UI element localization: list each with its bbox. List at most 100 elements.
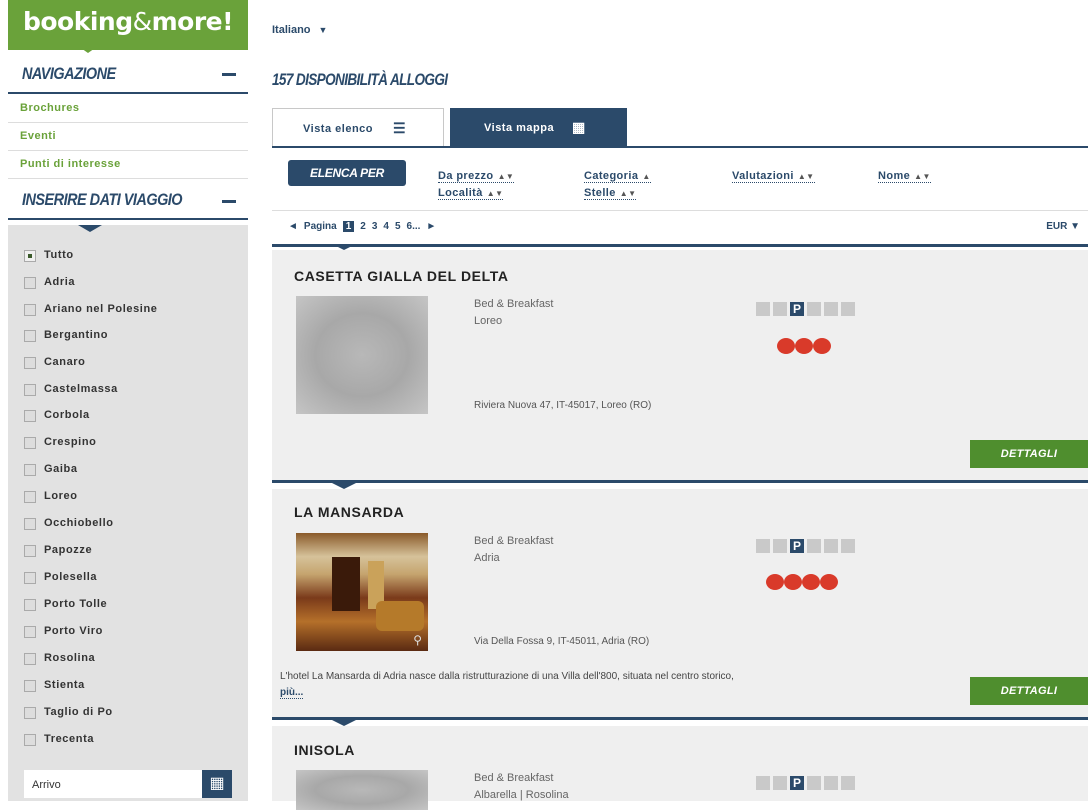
zoom-icon[interactable]: ⚲ bbox=[413, 633, 422, 647]
nav-item-punti-interesse[interactable]: Punti di interesse bbox=[8, 150, 248, 179]
listing-card: LA MANSARDA ⚲ Bed & Breakfast Adria Via … bbox=[272, 489, 1088, 720]
page-link[interactable]: 4 bbox=[383, 221, 389, 232]
currency-selector[interactable]: EUR ▼ bbox=[1046, 221, 1080, 232]
wellness-icon bbox=[824, 539, 838, 553]
wheelchair-icon bbox=[841, 539, 855, 553]
amenity-icons: P bbox=[756, 539, 858, 555]
checkbox[interactable] bbox=[24, 545, 36, 557]
nav-item-brochures[interactable]: Brochures bbox=[8, 94, 248, 123]
filter-label: Stienta bbox=[44, 679, 85, 691]
read-more-link[interactable]: più... bbox=[280, 687, 304, 699]
travel-data-header[interactable]: INSERIRE DATI VIAGGIO bbox=[8, 180, 248, 220]
nav-item-label: Punti di interesse bbox=[20, 158, 121, 170]
sort-by-locality[interactable]: Località ▲▼ bbox=[438, 187, 504, 200]
rating-icon bbox=[795, 338, 813, 354]
rating-icon bbox=[784, 574, 802, 590]
filter-label: Gaiba bbox=[44, 463, 78, 475]
filter-label: Loreo bbox=[44, 490, 78, 502]
nav-item-eventi[interactable]: Eventi bbox=[8, 122, 248, 151]
checkbox[interactable] bbox=[24, 626, 36, 638]
sort-by-ratings[interactable]: Valutazioni ▲▼ bbox=[732, 170, 815, 183]
filter-label: Crespino bbox=[44, 436, 97, 448]
rating-icon bbox=[766, 574, 784, 590]
checkbox[interactable] bbox=[24, 330, 36, 342]
page-link[interactable]: 6... bbox=[407, 221, 421, 232]
page-link[interactable]: 5 bbox=[395, 221, 401, 232]
wellness-icon bbox=[824, 302, 838, 316]
collapse-minus-icon[interactable] bbox=[222, 73, 236, 76]
sort-by-name[interactable]: Nome ▲▼ bbox=[878, 170, 931, 183]
photo-detail bbox=[332, 557, 360, 611]
listing-title[interactable]: LA MANSARDA bbox=[294, 504, 404, 520]
listing-title[interactable]: INISOLA bbox=[294, 742, 355, 758]
navigation-header[interactable]: NAVIGAZIONE bbox=[8, 56, 248, 94]
checkbox[interactable] bbox=[24, 599, 36, 611]
pets-icon bbox=[807, 776, 821, 790]
tv-icon bbox=[756, 776, 770, 790]
pagination-bar: ◄ Pagina 1 2 3 4 5 6... ► EUR ▼ bbox=[272, 208, 1088, 247]
filter-label: Ariano nel Polesine bbox=[44, 303, 158, 315]
listing-title[interactable]: CASETTA GIALLA DEL DELTA bbox=[294, 268, 509, 284]
tab-map-view[interactable]: Vista mappa ▦ bbox=[450, 108, 627, 146]
details-button[interactable]: DETTAGLI bbox=[970, 440, 1088, 468]
wheelchair-icon bbox=[841, 302, 855, 316]
filter-label: Porto Tolle bbox=[44, 598, 108, 610]
page-link[interactable]: 2 bbox=[360, 221, 366, 232]
checkbox-checked[interactable] bbox=[24, 250, 36, 262]
checkbox[interactable] bbox=[24, 410, 36, 422]
listing-address: Riviera Nuova 47, IT-45017, Loreo (RO) bbox=[474, 400, 652, 411]
page-current: 1 bbox=[342, 221, 355, 232]
tab-list-label: Vista elenco bbox=[303, 123, 373, 135]
listing-rating bbox=[777, 338, 831, 356]
listing-type: Bed & Breakfast bbox=[474, 772, 554, 784]
checkbox[interactable] bbox=[24, 304, 36, 316]
rating-icon bbox=[820, 574, 838, 590]
checkbox[interactable] bbox=[24, 357, 36, 369]
parking-icon: P bbox=[790, 776, 804, 790]
sort-by-category[interactable]: Categoria ▲ bbox=[584, 170, 651, 183]
listing-thumbnail[interactable] bbox=[296, 770, 428, 810]
sort-option-label: Valutazioni bbox=[732, 170, 794, 182]
tv-icon bbox=[756, 539, 770, 553]
wellness-icon bbox=[824, 776, 838, 790]
collapse-minus-icon[interactable] bbox=[222, 200, 236, 203]
pets-icon bbox=[807, 539, 821, 553]
checkbox[interactable] bbox=[24, 734, 36, 746]
checkbox[interactable] bbox=[24, 518, 36, 530]
navigation-title: NAVIGAZIONE bbox=[22, 64, 116, 83]
sort-option-label: Località bbox=[438, 187, 483, 199]
page-link[interactable]: 3 bbox=[372, 221, 378, 232]
checkbox[interactable] bbox=[24, 572, 36, 584]
checkbox[interactable] bbox=[24, 491, 36, 503]
language-label: Italiano bbox=[272, 24, 311, 36]
booking-more-logo[interactable]: booking&more! bbox=[8, 0, 248, 50]
checkbox[interactable] bbox=[24, 653, 36, 665]
sort-by-label: ELENCA PER bbox=[288, 160, 406, 186]
arrivo-date-field[interactable]: Arrivo ▦ bbox=[24, 770, 232, 798]
sort-by-stars[interactable]: Stelle ▲▼ bbox=[584, 187, 637, 200]
checkbox[interactable] bbox=[24, 437, 36, 449]
listing-rating bbox=[766, 574, 838, 592]
checkbox[interactable] bbox=[24, 464, 36, 476]
filter-label: Porto Viro bbox=[44, 625, 103, 637]
checkbox[interactable] bbox=[24, 277, 36, 289]
listing-thumbnail[interactable] bbox=[296, 296, 428, 414]
sort-option-label: Categoria bbox=[584, 170, 639, 182]
sort-arrows-icon: ▲▼ bbox=[486, 189, 504, 198]
tab-map-label: Vista mappa bbox=[484, 122, 555, 134]
tab-list-view[interactable]: Vista elenco ☰ bbox=[272, 108, 444, 147]
prev-page-icon[interactable]: ◄ bbox=[288, 221, 298, 232]
details-button[interactable]: DETTAGLI bbox=[970, 677, 1088, 705]
list-icon: ☰ bbox=[393, 120, 406, 136]
checkbox[interactable] bbox=[24, 680, 36, 692]
filter-label: Adria bbox=[44, 276, 76, 288]
checkbox[interactable] bbox=[24, 384, 36, 396]
sort-by-price[interactable]: Da prezzo ▲▼ bbox=[438, 170, 515, 183]
listing-card: CASETTA GIALLA DEL DELTA Bed & Breakfast… bbox=[272, 250, 1088, 483]
language-selector[interactable]: Italiano ▼ bbox=[272, 24, 327, 36]
checkbox[interactable] bbox=[24, 707, 36, 719]
calendar-icon[interactable]: ▦ bbox=[202, 770, 232, 798]
parking-icon: P bbox=[790, 302, 804, 316]
listing-photo[interactable]: ⚲ bbox=[296, 533, 428, 651]
next-page-icon[interactable]: ► bbox=[426, 221, 436, 232]
